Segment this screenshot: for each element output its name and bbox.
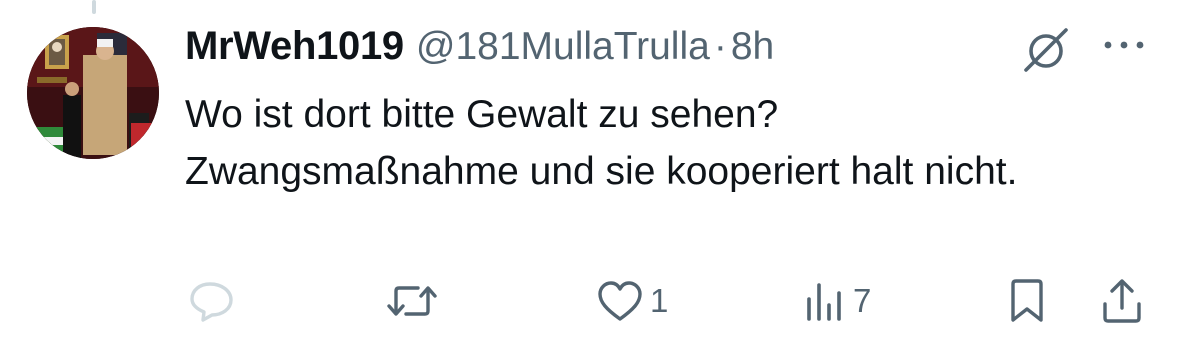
- like-button[interactable]: 1: [596, 278, 668, 324]
- bookmark-button[interactable]: [1007, 278, 1047, 324]
- heart-icon: [596, 279, 644, 323]
- views-count: 7: [853, 282, 872, 319]
- display-name[interactable]: MrWeh1019: [185, 24, 404, 69]
- tweet-text: Wo ist dort bitte Gewalt zu sehen? Zwang…: [185, 93, 1018, 193]
- grok-icon[interactable]: [1020, 24, 1072, 76]
- avatar-image: [27, 27, 159, 159]
- thread-connector-line: [92, 0, 96, 14]
- separator-dot: ·: [713, 25, 727, 68]
- views-button[interactable]: 7: [803, 278, 871, 324]
- retweet-icon: [386, 279, 438, 323]
- like-count: 1: [650, 282, 669, 319]
- retweet-button[interactable]: [386, 278, 444, 324]
- user-handle[interactable]: @181MullaTrulla: [416, 25, 710, 69]
- share-button[interactable]: [1100, 278, 1144, 324]
- more-icon[interactable]: [1101, 30, 1147, 60]
- reply-icon: [188, 279, 236, 323]
- tweet-header: MrWeh1019 @181MullaTrulla · 8h: [185, 24, 774, 69]
- views-icon: [803, 279, 847, 323]
- avatar[interactable]: [27, 27, 159, 159]
- timestamp[interactable]: 8h: [731, 25, 774, 69]
- bookmark-icon: [1007, 278, 1047, 324]
- reply-button[interactable]: [188, 278, 242, 324]
- share-icon: [1100, 278, 1144, 324]
